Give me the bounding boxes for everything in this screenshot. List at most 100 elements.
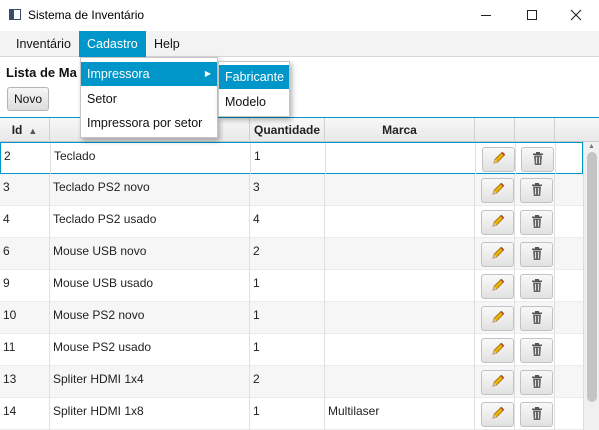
maximize-button[interactable] bbox=[509, 0, 555, 30]
cell-id: 2 bbox=[1, 143, 51, 175]
menu-item-impressora[interactable]: Impressora ▶ bbox=[81, 62, 217, 86]
edit-button[interactable] bbox=[481, 242, 514, 267]
table-row[interactable]: 13 Spliter HDMI 1x4 2 bbox=[0, 366, 583, 398]
pencil-icon bbox=[490, 309, 506, 328]
scroll-up-arrow-icon[interactable]: ▲ bbox=[588, 143, 595, 150]
delete-button[interactable] bbox=[520, 306, 553, 331]
table-body: 2 Teclado 1 3 Teclado PS2 novo 3 4 Teclado PS2 … bbox=[0, 142, 583, 430]
pencil-icon bbox=[490, 181, 506, 200]
cell-marca bbox=[325, 366, 475, 398]
inventory-table: Id ▲ Quantidade Marca 2 Teclado 1 3 Teclado P… bbox=[0, 117, 599, 430]
close-icon bbox=[570, 9, 582, 21]
cell-id: 6 bbox=[0, 238, 50, 270]
trash-icon bbox=[530, 278, 544, 296]
cell-nome: Mouse USB novo bbox=[50, 238, 250, 270]
delete-button[interactable] bbox=[520, 370, 553, 395]
delete-button[interactable] bbox=[520, 402, 553, 427]
delete-button[interactable] bbox=[520, 274, 553, 299]
cell-marca: Multilaser bbox=[325, 398, 475, 430]
cell-nome: Spliter HDMI 1x4 bbox=[50, 366, 250, 398]
sort-ascending-icon: ▲ bbox=[28, 126, 38, 136]
edit-button[interactable] bbox=[481, 338, 514, 363]
table-row[interactable]: 14 Spliter HDMI 1x8 1 Multilaser bbox=[0, 398, 583, 430]
pencil-icon bbox=[490, 405, 506, 424]
trash-icon bbox=[530, 310, 544, 328]
column-header-quantidade[interactable]: Quantidade bbox=[250, 118, 325, 142]
menu-item-fabricante[interactable]: Fabricante bbox=[219, 65, 289, 89]
edit-button[interactable] bbox=[481, 402, 514, 427]
edit-button[interactable] bbox=[481, 306, 514, 331]
cell-nome: Mouse USB usado bbox=[50, 270, 250, 302]
vertical-scrollbar[interactable]: ▲ bbox=[583, 142, 599, 430]
cell-nome: Teclado bbox=[51, 143, 251, 175]
trash-icon bbox=[531, 151, 545, 169]
cell-quantidade: 2 bbox=[250, 366, 325, 398]
new-item-button[interactable]: Novo bbox=[7, 87, 49, 111]
menu-cadastro[interactable]: Cadastro bbox=[79, 31, 146, 57]
pencil-icon bbox=[490, 341, 506, 360]
table-row[interactable]: 11 Mouse PS2 usado 1 bbox=[0, 334, 583, 366]
column-header-filler bbox=[555, 118, 599, 142]
minimize-icon bbox=[481, 14, 491, 16]
trash-icon bbox=[530, 246, 544, 264]
table-row[interactable]: 9 Mouse USB usado 1 bbox=[0, 270, 583, 302]
close-button[interactable] bbox=[553, 0, 599, 30]
cell-nome: Mouse PS2 usado bbox=[50, 334, 250, 366]
cell-quantidade: 1 bbox=[250, 302, 325, 334]
edit-button[interactable] bbox=[482, 147, 515, 172]
cell-nome: Teclado PS2 novo bbox=[50, 174, 250, 206]
minimize-button[interactable] bbox=[463, 0, 509, 30]
cell-id: 3 bbox=[0, 174, 50, 206]
menu-item-setor[interactable]: Setor bbox=[81, 87, 217, 111]
cell-quantidade: 1 bbox=[250, 270, 325, 302]
column-header-id[interactable]: Id ▲ bbox=[0, 118, 50, 142]
title-bar: Sistema de Inventário bbox=[0, 0, 599, 30]
cell-marca bbox=[325, 302, 475, 334]
delete-button[interactable] bbox=[520, 178, 553, 203]
list-title: Lista de Ma bbox=[6, 65, 77, 80]
trash-icon bbox=[530, 182, 544, 200]
edit-button[interactable] bbox=[481, 178, 514, 203]
menu-inventario[interactable]: Inventário bbox=[8, 31, 79, 57]
cell-marca bbox=[325, 174, 475, 206]
scrollbar-thumb[interactable] bbox=[587, 152, 597, 402]
cell-nome: Spliter HDMI 1x8 bbox=[50, 398, 250, 430]
cell-marca bbox=[325, 238, 475, 270]
table-row[interactable]: 4 Teclado PS2 usado 4 bbox=[0, 206, 583, 238]
table-row[interactable]: 6 Mouse USB novo 2 bbox=[0, 238, 583, 270]
table-row[interactable]: 2 Teclado 1 bbox=[0, 142, 583, 175]
menu-item-modelo[interactable]: Modelo bbox=[219, 90, 289, 114]
edit-button[interactable] bbox=[481, 210, 514, 235]
delete-button[interactable] bbox=[520, 338, 553, 363]
cell-id: 13 bbox=[0, 366, 50, 398]
cell-quantidade: 1 bbox=[251, 143, 326, 175]
cell-quantidade: 4 bbox=[250, 206, 325, 238]
cell-nome: Mouse PS2 novo bbox=[50, 302, 250, 334]
delete-button[interactable] bbox=[520, 242, 553, 267]
trash-icon bbox=[530, 214, 544, 232]
menu-help[interactable]: Help bbox=[146, 31, 188, 57]
window-title: Sistema de Inventário bbox=[28, 8, 145, 22]
cell-quantidade: 1 bbox=[250, 398, 325, 430]
column-header-marca[interactable]: Marca bbox=[325, 118, 475, 142]
edit-button[interactable] bbox=[481, 370, 514, 395]
cell-id: 4 bbox=[0, 206, 50, 238]
cell-id: 10 bbox=[0, 302, 50, 334]
trash-icon bbox=[530, 406, 544, 424]
cell-quantidade: 1 bbox=[250, 334, 325, 366]
cell-marca bbox=[325, 206, 475, 238]
edit-button[interactable] bbox=[481, 274, 514, 299]
app-window-icon bbox=[9, 9, 21, 20]
cadastro-dropdown: Impressora ▶ Setor Impressora por setor bbox=[80, 57, 218, 138]
delete-button[interactable] bbox=[521, 147, 554, 172]
submenu-arrow-icon: ▶ bbox=[204, 69, 211, 78]
delete-button[interactable] bbox=[520, 210, 553, 235]
table-row[interactable]: 10 Mouse PS2 novo 1 bbox=[0, 302, 583, 334]
cell-nome: Teclado PS2 usado bbox=[50, 206, 250, 238]
cell-marca bbox=[325, 270, 475, 302]
trash-icon bbox=[530, 342, 544, 360]
pencil-icon bbox=[490, 213, 506, 232]
table-row[interactable]: 3 Teclado PS2 novo 3 bbox=[0, 174, 583, 206]
column-header-delete bbox=[515, 118, 555, 142]
menu-item-impressora-por-setor[interactable]: Impressora por setor bbox=[81, 111, 217, 135]
